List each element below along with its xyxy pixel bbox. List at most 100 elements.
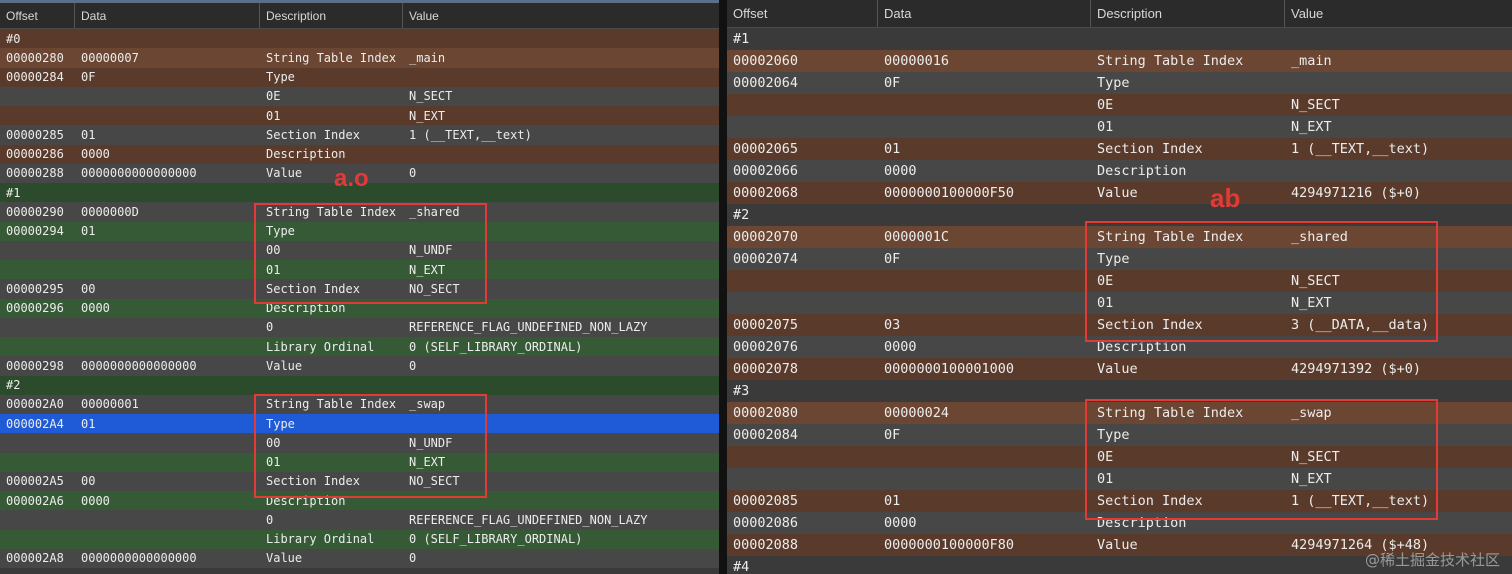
symbol-group-header[interactable]: #0 bbox=[0, 29, 719, 49]
value-cell: N_EXT bbox=[409, 108, 446, 123]
offset-cell: #1 bbox=[733, 31, 750, 47]
data-cell: 0000001C bbox=[884, 229, 950, 245]
data-cell: 0F bbox=[884, 427, 901, 443]
offset-cell: #1 bbox=[6, 185, 21, 200]
table-row[interactable]: Library Ordinal 0 (SELF_LIBRARY_ORDINAL) bbox=[0, 337, 719, 357]
table-row[interactable]: 00000280 00000007 String Table Index _main bbox=[0, 48, 719, 68]
offset-cell: 00000280 bbox=[6, 50, 64, 65]
swap-symbol-highlight-box-right bbox=[1085, 399, 1438, 520]
data-cell: 00000016 bbox=[884, 53, 950, 69]
value-cell: N_EXT bbox=[1291, 119, 1332, 135]
offset-cell: 00000284 bbox=[6, 70, 64, 85]
symbol-group-header[interactable]: #1 bbox=[727, 28, 1512, 50]
description-column-header[interactable]: Description bbox=[1091, 0, 1285, 27]
data-cell: 0000 bbox=[81, 301, 110, 316]
description-cell: Type bbox=[266, 70, 295, 85]
symbol-group-header[interactable]: #2 bbox=[0, 375, 719, 395]
swap-symbol-highlight-box bbox=[254, 394, 487, 498]
offset-cell: #2 bbox=[6, 378, 21, 393]
data-cell: 00000001 bbox=[81, 397, 139, 412]
value-cell: 0 bbox=[409, 358, 417, 373]
value-cell: REFERENCE_FLAG_UNDEFINED_NON_LAZY bbox=[409, 512, 648, 527]
shared-symbol-highlight-box bbox=[254, 203, 487, 304]
offset-cell: 00002085 bbox=[733, 493, 799, 509]
value-cell: 1 (__TEXT,__text) bbox=[1291, 141, 1430, 157]
data-cell: 03 bbox=[884, 317, 901, 333]
table-row[interactable]: 0E N_SECT bbox=[727, 94, 1512, 116]
shared-symbol-highlight-box-right bbox=[1085, 221, 1438, 342]
description-cell: 01 bbox=[266, 108, 281, 123]
data-cell: 0F bbox=[884, 251, 901, 267]
description-column-header[interactable]: Description bbox=[260, 3, 403, 28]
value-column-header[interactable]: Value bbox=[403, 3, 719, 28]
value-cell: 1 (__TEXT,__text) bbox=[409, 127, 532, 142]
offset-cell: 00002065 bbox=[733, 141, 799, 157]
data-cell: 0000 bbox=[884, 515, 917, 531]
offset-cell: 00000295 bbox=[6, 281, 64, 296]
table-row[interactable]: 00002068 0000000100000F50 Value 4294971216 … bbox=[727, 182, 1512, 204]
table-row[interactable]: 0E N_SECT bbox=[0, 86, 719, 106]
description-cell: Description bbox=[266, 147, 346, 162]
description-cell: Section Index bbox=[1097, 141, 1203, 157]
description-cell: 0E bbox=[1097, 97, 1114, 113]
offset-cell: 00002078 bbox=[733, 361, 799, 377]
offset-column-header[interactable]: Offset bbox=[727, 0, 878, 27]
watermark: @稀土掘金技术社区 bbox=[1364, 551, 1500, 569]
value-column-header[interactable]: Value bbox=[1285, 0, 1512, 27]
offset-cell: 000002A6 bbox=[6, 493, 64, 508]
ab-annotation-label: ab bbox=[1210, 183, 1241, 213]
offset-cell: #4 bbox=[733, 559, 750, 574]
description-cell: Value bbox=[1097, 185, 1138, 201]
offset-cell: 000002A4 bbox=[6, 416, 64, 431]
data-cell: 0000 bbox=[884, 163, 917, 179]
description-cell: Value bbox=[266, 551, 303, 566]
description-cell: Library Ordinal bbox=[266, 339, 375, 354]
description-cell: Type bbox=[1097, 75, 1130, 91]
table-row[interactable]: 0 REFERENCE_FLAG_UNDEFINED_NON_LAZY bbox=[0, 317, 719, 337]
description-cell: Value bbox=[1097, 361, 1138, 377]
data-cell: 0000000D bbox=[81, 204, 139, 219]
table-row[interactable]: 00002064 0F Type bbox=[727, 72, 1512, 94]
data-cell: 01 bbox=[81, 127, 96, 142]
offset-column-header[interactable]: Offset bbox=[0, 3, 75, 28]
table-row[interactable]: 00000298 0000000000000000 Value 0 bbox=[0, 356, 719, 376]
data-cell: 0000 bbox=[81, 147, 110, 162]
data-cell: 0000 bbox=[81, 493, 110, 508]
data-column-header[interactable]: Data bbox=[75, 3, 260, 28]
value-cell: REFERENCE_FLAG_UNDEFINED_NON_LAZY bbox=[409, 320, 648, 335]
offset-cell: 00002086 bbox=[733, 515, 799, 531]
table-row[interactable]: 000002A8 0000000000000000 Value 0 bbox=[0, 548, 719, 568]
offset-cell: 00002080 bbox=[733, 405, 799, 421]
data-cell: 0000000000000000 bbox=[81, 166, 197, 181]
table-row[interactable]: 00002078 0000000100001000 Value 4294971392 … bbox=[727, 358, 1512, 380]
table-row[interactable]: 00000286 0000 Description bbox=[0, 144, 719, 164]
data-cell: 0F bbox=[81, 70, 96, 85]
offset-cell: 00002074 bbox=[733, 251, 799, 267]
description-cell: Library Ordinal bbox=[266, 532, 375, 547]
data-column-header[interactable]: Data bbox=[878, 0, 1091, 27]
offset-cell: 00000288 bbox=[6, 166, 64, 181]
table-row[interactable]: 00002066 0000 Description bbox=[727, 160, 1512, 182]
data-cell: 0000000000000000 bbox=[81, 551, 197, 566]
value-cell: 0 (SELF_LIBRARY_ORDINAL) bbox=[409, 532, 583, 547]
value-cell: _main bbox=[1291, 53, 1332, 69]
table-row[interactable]: 01 N_EXT bbox=[727, 116, 1512, 138]
description-cell: 0E bbox=[266, 89, 281, 104]
table-row[interactable]: 0 REFERENCE_FLAG_UNDEFINED_NON_LAZY bbox=[0, 510, 719, 530]
table-row[interactable]: 00002065 01 Section Index 1 (__TEXT,__text) bbox=[727, 138, 1512, 160]
offset-cell: 00000285 bbox=[6, 127, 64, 142]
table-row[interactable]: Library Ordinal 0 (SELF_LIBRARY_ORDINAL) bbox=[0, 529, 719, 549]
offset-cell: 000002A0 bbox=[6, 397, 64, 412]
table-row[interactable]: 00000285 01 Section Index 1 (__TEXT,__text) bbox=[0, 125, 719, 145]
value-cell: 0 bbox=[409, 551, 417, 566]
table-row[interactable]: 00002060 00000016 String Table Index _main bbox=[727, 50, 1512, 72]
description-cell: Value bbox=[266, 358, 303, 373]
table-row[interactable]: 01 N_EXT bbox=[0, 106, 719, 126]
data-cell: 0000000100000F80 bbox=[884, 537, 1015, 553]
offset-cell: 00000290 bbox=[6, 204, 64, 219]
data-cell: 0F bbox=[884, 75, 901, 91]
split-divider[interactable] bbox=[719, 0, 727, 574]
value-cell: 0 (SELF_LIBRARY_ORDINAL) bbox=[409, 339, 583, 354]
data-cell: 01 bbox=[81, 416, 96, 431]
table-row[interactable]: 00000284 0F Type bbox=[0, 67, 719, 87]
